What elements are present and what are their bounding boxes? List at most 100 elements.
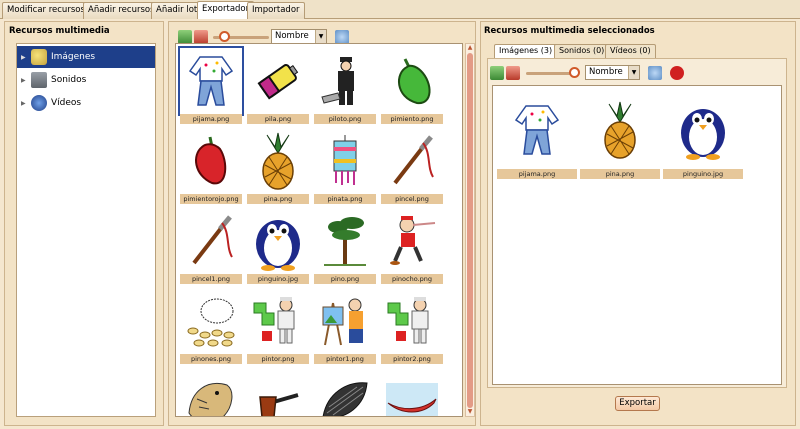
painter-icon [381, 288, 443, 354]
tab-selected-sonidos[interactable]: Sonidos (0) [554, 44, 610, 58]
gallery-item-label: pinocho.png [381, 274, 443, 284]
pinocchio-icon [381, 208, 443, 274]
images-icon [31, 48, 47, 65]
add-all-icon[interactable] [178, 30, 192, 44]
animal-icon [180, 368, 242, 416]
gallery-item[interactable] [245, 366, 309, 416]
gallery-item-label: pijama.png [180, 114, 242, 124]
search-icon[interactable] [648, 66, 662, 80]
expand-arrow-icon[interactable]: ▶ [21, 93, 31, 115]
remove-all-icon[interactable] [194, 30, 208, 44]
painter-easel-icon [314, 288, 376, 354]
gallery-item[interactable] [178, 366, 242, 416]
gallery-item[interactable]: pimientorojo.png [178, 126, 242, 206]
gallery-item-label: pinones.png [180, 354, 242, 364]
sort-select[interactable]: Nombre ▼ [271, 29, 327, 44]
gallery-item[interactable]: pinones.png [178, 286, 242, 366]
scroll-down-icon[interactable]: ▼ [466, 408, 474, 416]
brush-icon [381, 128, 443, 194]
gallery-item-label: pinguino.jpg [247, 274, 309, 284]
selected-item-label: pina.png [580, 169, 660, 179]
selected-item-label: pijama.png [497, 169, 577, 179]
gallery-item[interactable] [312, 366, 376, 416]
seed-icon [314, 368, 376, 416]
sort-select-value: Nombre [275, 31, 309, 41]
gallery-item-label: pila.png [247, 114, 309, 124]
gallery-item-label: pina.png [247, 194, 309, 204]
right-panel-title: Recursos multimedia seleccionados [484, 26, 655, 36]
chevron-down-icon: ▼ [315, 30, 326, 43]
search-icon[interactable] [335, 30, 349, 44]
scrollbar-thumb[interactable] [467, 53, 473, 408]
gallery-item-label: pinata.png [314, 194, 376, 204]
gallery-item[interactable]: pimiento.png [379, 46, 443, 126]
export-button[interactable]: Exportar [615, 396, 660, 411]
tab-exportador[interactable]: Exportador [197, 1, 255, 19]
penguin-icon [663, 91, 743, 169]
brush-icon [180, 208, 242, 274]
pajamas-icon [497, 91, 577, 169]
selected-item[interactable]: pina.png [578, 89, 660, 181]
tab-selected-imagenes[interactable]: Imágenes (3) [494, 44, 558, 58]
gallery-item-label: pimientorojo.png [180, 194, 242, 204]
sort-select[interactable]: Nombre ▼ [585, 65, 640, 80]
remove-all-icon[interactable] [506, 66, 520, 80]
video-icon [31, 94, 47, 111]
red-pepper-icon [180, 128, 242, 194]
scroll-up-icon[interactable]: ▲ [466, 44, 474, 52]
image-gallery: pijama.png pila.png piloto.png pimiento.png… [175, 43, 463, 417]
gallery-item[interactable] [379, 366, 443, 416]
gallery-item[interactable]: pintor.png [245, 286, 309, 366]
penguin-icon [247, 208, 309, 274]
tree-item-sonidos[interactable]: ▶ Sonidos [17, 69, 155, 91]
gallery-item[interactable]: pincel1.png [178, 206, 242, 286]
selected-item-label: pinguino.jpg [663, 169, 743, 179]
gallery-item-label: pintor1.png [314, 354, 376, 364]
gallery-item[interactable]: pila.png [245, 46, 309, 126]
pineapple-icon [247, 128, 309, 194]
canoe-icon [381, 368, 443, 416]
expand-arrow-icon[interactable]: ▶ [21, 70, 31, 92]
pipe-icon [247, 368, 309, 416]
delete-icon[interactable] [670, 66, 684, 80]
gallery-item[interactable]: pino.png [312, 206, 376, 286]
selected-item[interactable]: pinguino.jpg [661, 89, 743, 181]
gallery-item[interactable]: piloto.png [312, 46, 376, 126]
resource-tree: ▶ Imágenes ▶ Sonidos ▶ Vídeos [16, 43, 156, 417]
tab-anadir-recursos[interactable]: Añadir recursos [83, 2, 160, 19]
gallery-item[interactable]: pintor2.png [379, 286, 443, 366]
tab-modificar-recursos[interactable]: Modificar recursos [2, 2, 90, 19]
main-tab-bar: Modificar recursos Añadir recursos Añadi… [0, 0, 800, 19]
gallery-item[interactable]: pinocho.png [379, 206, 443, 286]
tree-item-videos[interactable]: ▶ Vídeos [17, 92, 155, 114]
pilot-icon [314, 48, 376, 114]
zoom-slider-knob[interactable] [569, 67, 580, 78]
gallery-item[interactable]: pincel.png [379, 126, 443, 206]
gallery-item[interactable]: pinguino.jpg [245, 206, 309, 286]
pajamas-icon [178, 46, 244, 116]
battery-icon [247, 48, 309, 114]
gallery-item[interactable]: pintor1.png [312, 286, 376, 366]
tab-importador[interactable]: Importador [247, 2, 305, 19]
gallery-item-label: pincel1.png [180, 274, 242, 284]
zoom-slider-knob[interactable] [219, 31, 230, 42]
gallery-item-label: pino.png [314, 274, 376, 284]
tab-selected-videos[interactable]: Vídeos (0) [605, 44, 656, 58]
pine-tree-icon [314, 208, 376, 274]
pine-nuts-icon [180, 288, 242, 354]
gallery-item-label: pincel.png [381, 194, 443, 204]
add-all-icon[interactable] [490, 66, 504, 80]
gallery-item[interactable]: pijama.png [178, 46, 244, 126]
tree-item-label: Imágenes [51, 52, 96, 62]
tree-item-imagenes[interactable]: ▶ Imágenes [17, 46, 155, 68]
tree-item-label: Vídeos [51, 98, 82, 108]
gallery-item[interactable]: pinata.png [312, 126, 376, 206]
expand-arrow-icon[interactable]: ▶ [21, 47, 31, 69]
gallery-item-label: pintor2.png [381, 354, 443, 364]
painter-icon [247, 288, 309, 354]
gallery-item[interactable]: pina.png [245, 126, 309, 206]
selected-item[interactable]: pijama.png [495, 89, 577, 181]
tree-item-label: Sonidos [51, 75, 87, 85]
sort-select-value: Nombre [589, 67, 623, 77]
gallery-scrollbar[interactable]: ▲ ▼ [465, 43, 475, 417]
